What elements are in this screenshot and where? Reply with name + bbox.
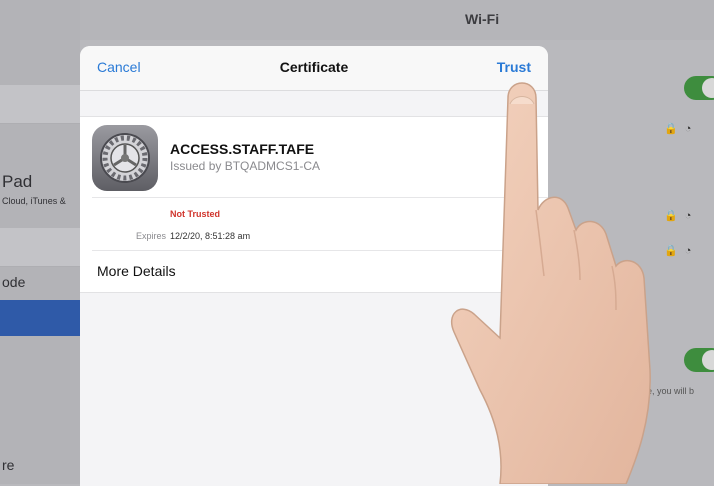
wifi-toggle: [684, 76, 714, 100]
sidebar-row: [0, 228, 80, 267]
sidebar-item-mode: ode: [2, 274, 26, 290]
expires-label: Expires: [135, 231, 166, 241]
lock-wifi-icon: 🔒 ◔: [664, 210, 694, 222]
pointing-hand: [451, 82, 651, 484]
certificate-name: ACCESS.STAFF.TAFE: [170, 141, 315, 157]
sidebar-item-bottom: re: [2, 457, 15, 473]
ask-to-join-toggle: [684, 348, 714, 372]
expires-value: 12/2/20, 8:51:28 am: [170, 231, 251, 241]
wifi-header-title: Wi-Fi: [465, 11, 500, 27]
wifi-header: [80, 0, 714, 40]
sidebar-row: [0, 85, 80, 124]
more-details-row[interactable]: More Details: [97, 263, 176, 279]
certificate-issuer: Issued by BTQADMCS1-CA: [170, 159, 321, 173]
sidebar-selected-row: [0, 300, 80, 336]
trust-status: Not Trusted: [170, 209, 221, 219]
sidebar-item-subtitle: Cloud, iTunes &: [2, 196, 66, 206]
lock-wifi-icon: 🔒 ◔: [664, 123, 694, 135]
settings-gear-icon: [92, 125, 158, 191]
sidebar-item-ipad: Pad: [2, 172, 33, 191]
lock-wifi-icon: 🔒 ◔: [664, 245, 694, 257]
